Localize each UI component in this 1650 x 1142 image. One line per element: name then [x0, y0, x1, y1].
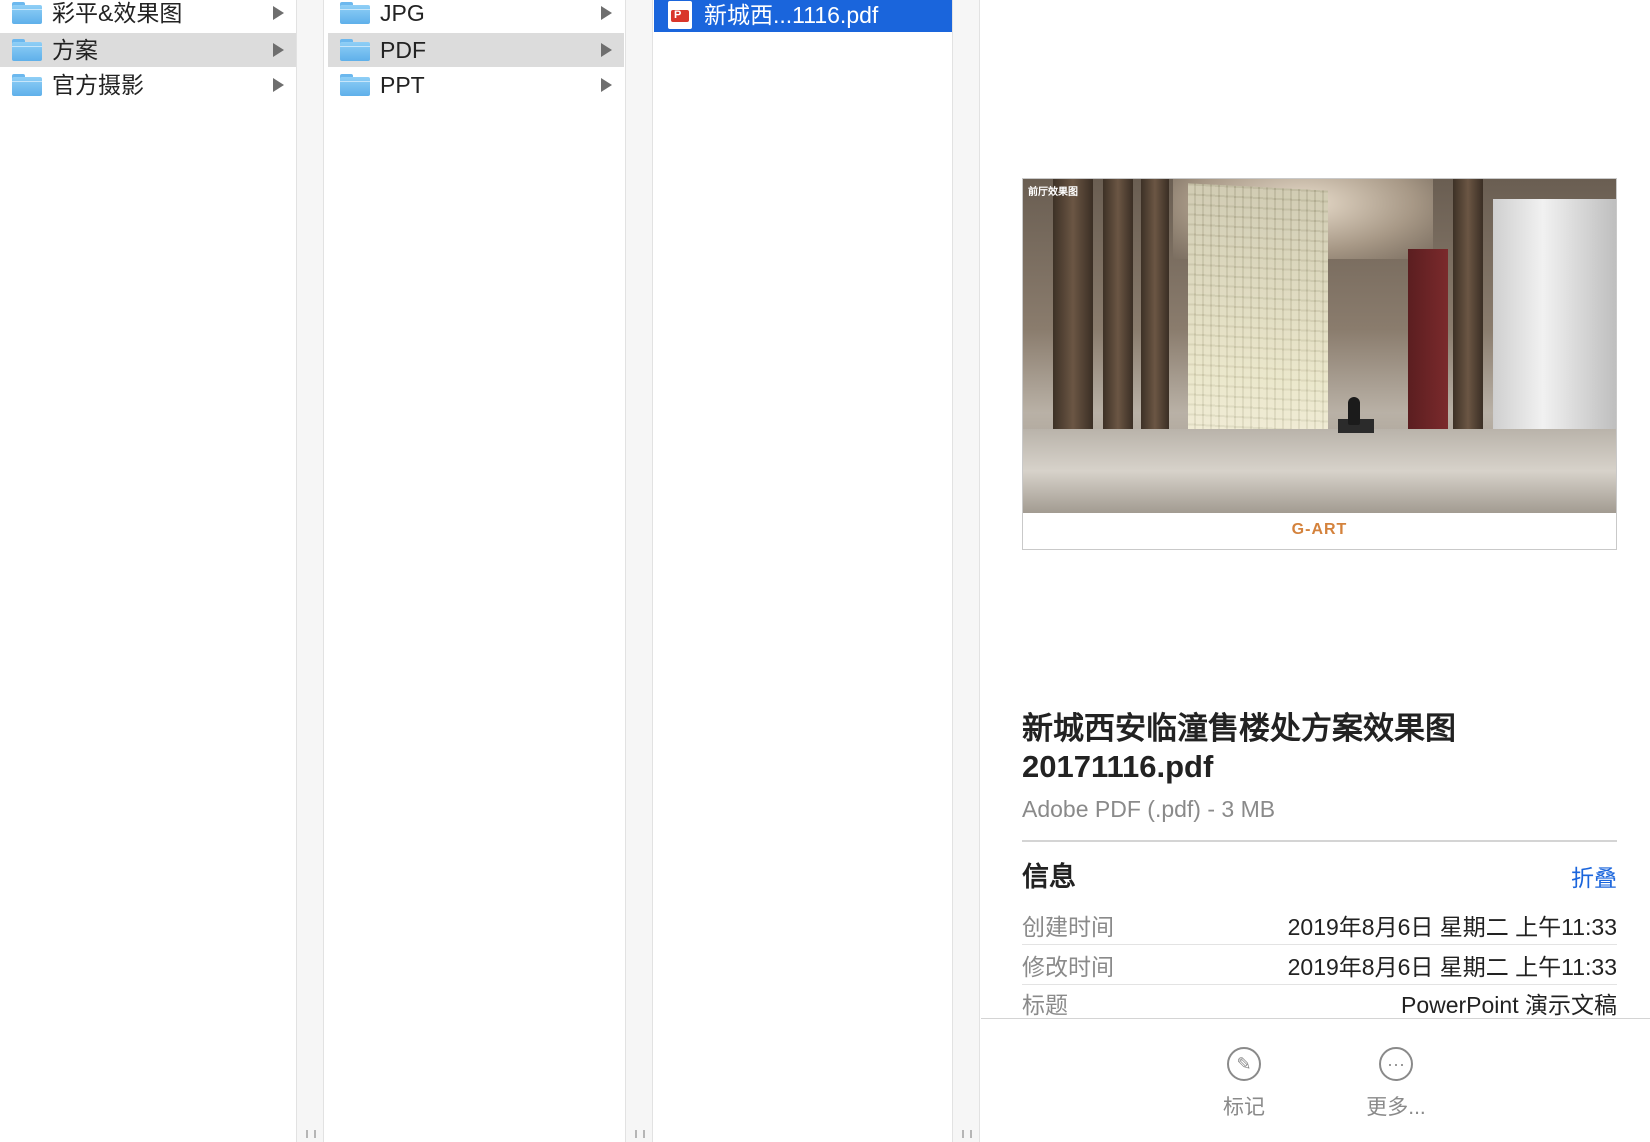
markup-icon: ✎	[1227, 1047, 1261, 1081]
folder-icon	[12, 2, 42, 24]
markup-button[interactable]: ✎ 标记	[1199, 1047, 1289, 1121]
document-thumbnail[interactable]: 前厅效果图 G-ART	[1022, 178, 1617, 550]
info-value: 2019年8月6日 星期二 上午11:33	[1287, 913, 1617, 940]
info-section-title: 信息	[1022, 862, 1076, 892]
chevron-right-icon	[273, 78, 284, 92]
column-resize-handle[interactable]	[296, 0, 324, 1142]
info-value: PowerPoint 演示文稿	[1400, 992, 1617, 1018]
chevron-right-icon	[273, 43, 284, 57]
finder-column-view: 彩平&效果图 方案 官方摄影 JPG PDF PPT P 新城西...1116.…	[0, 0, 1650, 1142]
folder-label: JPG	[380, 0, 425, 26]
column-resize-handle[interactable]	[625, 0, 653, 1142]
file-row-pdf[interactable]: P 新城西...1116.pdf	[654, 0, 952, 32]
folder-icon	[340, 39, 370, 61]
chevron-right-icon	[601, 6, 612, 20]
info-key: 修改时间	[1022, 953, 1114, 980]
info-row-title: 标题 PowerPoint 演示文稿	[1022, 985, 1617, 1021]
column-1: 彩平&效果图 方案 官方摄影	[0, 0, 296, 1142]
folder-icon	[340, 2, 370, 24]
more-button[interactable]: ··· 更多...	[1351, 1047, 1441, 1121]
folder-row-pdf[interactable]: PDF	[328, 33, 624, 67]
more-label: 更多...	[1366, 1096, 1426, 1119]
folder-row-ppt[interactable]: PPT	[328, 68, 624, 102]
rendering-image: 前厅效果图	[1023, 179, 1616, 513]
folder-row-fangan[interactable]: 方案	[0, 33, 296, 67]
folder-label: 方案	[52, 37, 98, 63]
preview-action-bar: ✎ 标记 ··· 更多...	[981, 1018, 1650, 1142]
folder-icon	[12, 74, 42, 96]
file-name: 新城西安临潼售楼处方案效果图20171116.pdf	[1022, 711, 1456, 784]
brand-logo: G-ART	[1291, 521, 1348, 538]
folder-label: 彩平&效果图	[52, 0, 183, 26]
info-row-created: 创建时间 2019年8月6日 星期二 上午11:33	[1022, 905, 1617, 945]
pdf-file-icon: P	[668, 1, 692, 29]
collapse-link[interactable]: 折叠	[1571, 859, 1617, 893]
chevron-right-icon	[601, 78, 612, 92]
info-key: 标题	[1022, 992, 1068, 1018]
folder-row-caiping[interactable]: 彩平&效果图	[0, 0, 296, 30]
file-kind-size: Adobe PDF (.pdf) - 3 MB	[1022, 796, 1276, 822]
column-3: P 新城西...1116.pdf	[654, 0, 952, 1142]
folder-label: 官方摄影	[52, 72, 144, 98]
chevron-right-icon	[273, 6, 284, 20]
folder-icon	[12, 39, 42, 61]
info-key: 创建时间	[1022, 913, 1114, 940]
column-2: JPG PDF PPT	[328, 0, 624, 1142]
folder-icon	[340, 74, 370, 96]
info-value: 2019年8月6日 星期二 上午11:33	[1287, 953, 1617, 980]
folder-label: PPT	[380, 72, 425, 98]
divider	[1022, 840, 1617, 842]
info-row-modified: 修改时间 2019年8月6日 星期二 上午11:33	[1022, 945, 1617, 985]
markup-label: 标记	[1223, 1096, 1265, 1119]
thumbnail-caption: 前厅效果图	[1028, 187, 1078, 198]
file-label: 新城西...1116.pdf	[704, 2, 879, 28]
folder-label: PDF	[380, 37, 426, 63]
folder-row-guanfang[interactable]: 官方摄影	[0, 68, 296, 102]
column-resize-handle[interactable]	[952, 0, 980, 1142]
folder-row-jpg[interactable]: JPG	[328, 0, 624, 30]
chevron-right-icon	[601, 43, 612, 57]
preview-pane: 前厅效果图 G-ART 新城西安临潼售楼处方案效果图20171116.pdf A…	[981, 0, 1650, 1142]
more-icon: ···	[1379, 1047, 1413, 1081]
